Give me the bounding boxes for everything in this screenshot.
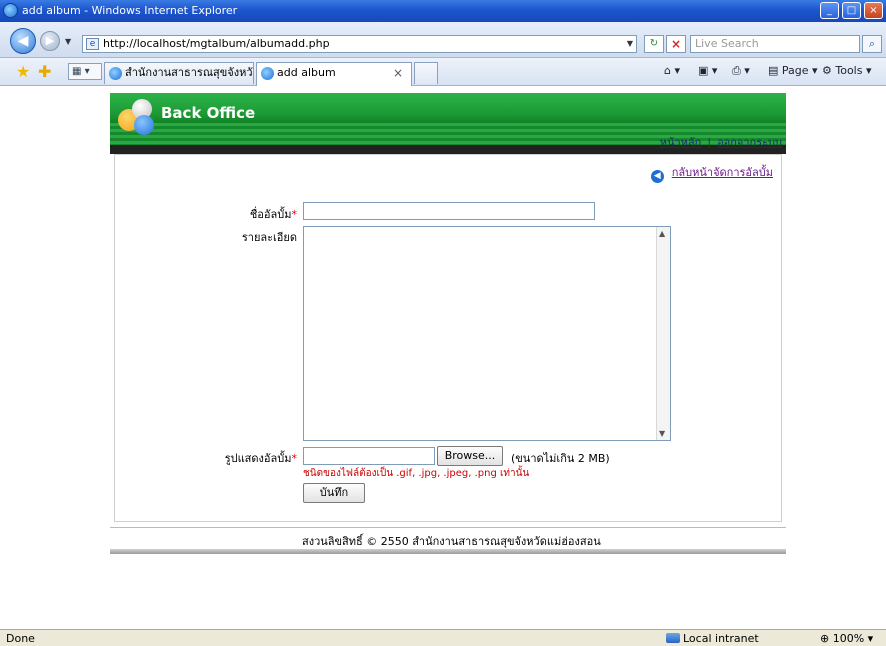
close-icon[interactable]: × [864, 2, 883, 19]
tab-bar: ★ ✚ ▦ ▾ สำนักงานสาธารณสุขจังหวัด... add … [0, 58, 886, 86]
history-dropdown-icon[interactable]: ▼ [65, 37, 71, 46]
scroll-down-icon[interactable]: ▼ [659, 429, 665, 438]
description-textarea[interactable]: ▲ ▼ [303, 226, 671, 441]
cover-file-input[interactable] [303, 447, 435, 465]
ie-logo-icon [3, 3, 18, 18]
ie-page-icon [109, 67, 122, 80]
zoom-level[interactable]: ⊕ 100% ▾ [820, 632, 873, 645]
tab-label: สำนักงานสาธารณสุขจังหวัด... [125, 66, 253, 79]
status-bar: Done Local intranet ⊕ 100% ▾ [0, 629, 886, 646]
feeds-icon[interactable]: ▣ ▾ [698, 64, 717, 77]
back-office-logo [116, 97, 156, 137]
page-menu[interactable]: ▤ Page ▾ [768, 64, 818, 77]
address-input[interactable]: e http://localhost/mgtalbum/albumadd.php… [82, 35, 637, 53]
page-content: Back Office หน้าหลัก | ออกจากระบบ ◀ กลับหน้… [0, 87, 886, 629]
tab-close-icon[interactable]: × [393, 63, 403, 83]
security-zone: Local intranet [666, 632, 759, 645]
required-mark: * [291, 208, 298, 221]
footer: สงวนลิขสิทธิ์ © 2550 สำนักงานสาธารณสุขจั… [110, 527, 786, 549]
tab-health-office[interactable]: สำนักงานสาธารณสุขจังหวัด... [104, 62, 254, 84]
back-button[interactable]: ◀ [10, 28, 36, 54]
tab-add-album[interactable]: add album × [256, 62, 412, 86]
intranet-icon [666, 633, 680, 643]
save-button[interactable]: บันทึก [303, 483, 365, 503]
favorites-star-icon[interactable]: ★ [16, 62, 30, 81]
maximize-icon[interactable]: □ [842, 2, 861, 19]
quick-tabs-icon[interactable]: ▦ ▾ [68, 63, 102, 80]
address-toolbar: ◀ ▶ ▼ e http://localhost/mgtalbum/albuma… [0, 22, 886, 58]
back-arrow-icon: ◀ [650, 170, 664, 183]
status-text: Done [6, 632, 35, 645]
album-name-input[interactable] [303, 202, 595, 220]
window-title-bar: add album - Windows Internet Explorer _ … [0, 0, 886, 22]
description-scrollbar[interactable]: ▲ ▼ [656, 227, 670, 440]
cover-image-label: รูปแสดงอัลบั้ม* [224, 452, 298, 465]
home-link[interactable]: หน้าหลัก [660, 136, 702, 149]
description-label: รายละเอียด [241, 231, 297, 244]
back-link-label[interactable]: กลับหน้าจัดการอัลบั้ม [672, 166, 773, 179]
home-icon[interactable]: ⌂ ▾ [664, 64, 680, 77]
print-icon[interactable]: ⎙ ▾ [732, 64, 750, 78]
page-icon: e [86, 38, 99, 50]
window-title: add album - Windows Internet Explorer [22, 4, 238, 17]
stop-button[interactable]: × [666, 35, 686, 53]
file-type-note: ชนิดของไฟล์ต้องเป็น .gif, .jpg, .jpeg, .… [303, 468, 530, 479]
add-favorite-icon[interactable]: ✚ [38, 62, 51, 81]
logout-link[interactable]: ออกจากระบบ [717, 136, 782, 149]
scroll-up-icon[interactable]: ▲ [659, 229, 665, 238]
minimize-icon[interactable]: _ [820, 2, 839, 19]
back-to-album-manager[interactable]: ◀ กลับหน้าจัดการอัลบั้ม [650, 163, 773, 183]
tools-menu[interactable]: ⚙ Tools ▾ [822, 64, 872, 77]
site-title: Back Office [161, 104, 256, 122]
file-size-note: (ขนาดไม่เกิน 2 MB) [511, 452, 610, 465]
copyright-text: สงวนลิขสิทธิ์ © 2550 สำนักงานสาธารณสุขจั… [302, 535, 601, 548]
search-icon[interactable]: ⌕ [862, 35, 882, 53]
album-form-panel: ◀ กลับหน้าจัดการอัลบั้ม ชื่ออัลบั้ม* รายล… [114, 154, 782, 522]
address-dropdown-icon[interactable]: ▼ [627, 36, 633, 52]
browse-button[interactable]: Browse... [437, 446, 503, 466]
tools-menu-label: Tools [835, 64, 863, 77]
page-menu-label: Page [781, 64, 809, 77]
search-placeholder: Live Search [695, 37, 759, 50]
nav-separator: | [707, 136, 712, 149]
refresh-button[interactable]: ↻ [644, 35, 664, 53]
footer-divider [110, 549, 786, 554]
address-url: http://localhost/mgtalbum/albumadd.php [103, 37, 330, 50]
album-name-label: ชื่ออัลบั้ม* [249, 208, 298, 221]
top-nav-links: หน้าหลัก | ออกจากระบบ [660, 133, 782, 151]
ie-page-icon [261, 67, 274, 80]
forward-button[interactable]: ▶ [40, 31, 60, 51]
required-mark: * [291, 452, 298, 465]
top-nav-bar: หน้าหลัก | ออกจากระบบ [110, 136, 786, 154]
search-input[interactable]: Live Search [690, 35, 860, 53]
new-tab-button[interactable] [414, 62, 438, 84]
tab-label: add album [277, 66, 336, 79]
